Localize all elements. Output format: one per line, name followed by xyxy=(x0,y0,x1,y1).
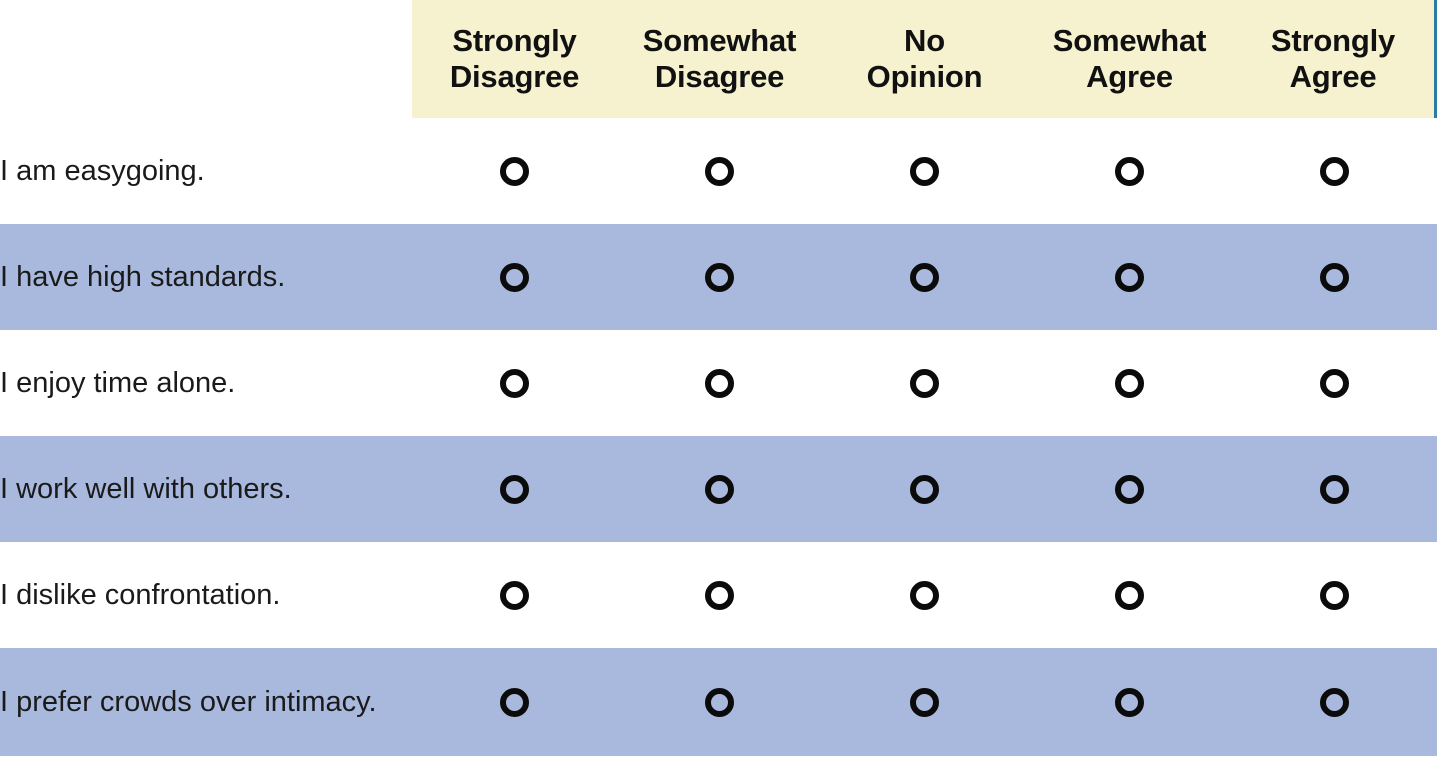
radio-unselected-icon[interactable] xyxy=(705,156,734,186)
radio-unselected-icon[interactable] xyxy=(705,474,734,504)
radio-unselected-icon[interactable] xyxy=(1115,156,1144,186)
radio-cell-strongly-agree[interactable] xyxy=(1232,648,1437,756)
statement-label: I am easygoing. xyxy=(0,118,412,224)
table-row: I enjoy time alone. xyxy=(0,330,1437,436)
table-row: I prefer crowds over intimacy. xyxy=(0,648,1437,756)
radio-cell-strongly-disagree[interactable] xyxy=(412,542,617,648)
radio-unselected-icon[interactable] xyxy=(1320,687,1349,717)
radio-unselected-icon[interactable] xyxy=(1320,262,1349,292)
radio-unselected-icon[interactable] xyxy=(500,687,529,717)
radio-unselected-icon[interactable] xyxy=(1320,368,1349,398)
column-header-line-2: Opinion xyxy=(866,59,983,94)
radio-cell-somewhat-disagree[interactable] xyxy=(617,542,822,648)
radio-cell-no-opinion[interactable] xyxy=(822,542,1027,648)
radio-cell-no-opinion[interactable] xyxy=(822,648,1027,756)
radio-unselected-icon[interactable] xyxy=(1115,474,1144,504)
radio-unselected-icon[interactable] xyxy=(1115,687,1144,717)
radio-cell-strongly-agree[interactable] xyxy=(1232,542,1437,648)
table-body: I am easygoing. I have high standards. I… xyxy=(0,118,1437,756)
table-row: I have high standards. xyxy=(0,224,1437,330)
radio-unselected-icon[interactable] xyxy=(705,262,734,292)
statement-label: I dislike confrontation. xyxy=(0,542,412,648)
radio-cell-no-opinion[interactable] xyxy=(822,224,1027,330)
radio-unselected-icon[interactable] xyxy=(910,474,939,504)
radio-unselected-icon[interactable] xyxy=(910,156,939,186)
radio-unselected-icon[interactable] xyxy=(1320,156,1349,186)
column-header-line-1: No xyxy=(904,23,945,59)
column-header-strongly-disagree: Strongly Disagree xyxy=(412,0,617,118)
radio-unselected-icon[interactable] xyxy=(910,262,939,292)
radio-unselected-icon[interactable] xyxy=(1320,474,1349,504)
radio-cell-somewhat-disagree[interactable] xyxy=(617,648,822,756)
radio-unselected-icon[interactable] xyxy=(1115,262,1144,292)
radio-unselected-icon[interactable] xyxy=(500,156,529,186)
column-header-line-1: Strongly xyxy=(1270,23,1396,59)
radio-cell-strongly-disagree[interactable] xyxy=(412,118,617,224)
column-header-line-1: Somewhat xyxy=(642,23,797,59)
radio-unselected-icon[interactable] xyxy=(705,687,734,717)
column-header-line-1: Strongly xyxy=(452,23,577,59)
radio-unselected-icon[interactable] xyxy=(500,474,529,504)
likert-survey-container: Strongly Disagree Somewhat Disagree No O… xyxy=(0,0,1440,768)
table-header: Strongly Disagree Somewhat Disagree No O… xyxy=(0,0,1437,118)
radio-cell-strongly-disagree[interactable] xyxy=(412,436,617,542)
table-row: I work well with others. xyxy=(0,436,1437,542)
radio-cell-somewhat-agree[interactable] xyxy=(1027,436,1232,542)
column-header-line-2: Agree xyxy=(1086,59,1173,94)
statement-label: I enjoy time alone. xyxy=(0,330,412,436)
radio-unselected-icon[interactable] xyxy=(705,368,734,398)
radio-unselected-icon[interactable] xyxy=(1115,368,1144,398)
radio-cell-somewhat-agree[interactable] xyxy=(1027,648,1232,756)
radio-cell-strongly-agree[interactable] xyxy=(1232,224,1437,330)
radio-cell-no-opinion[interactable] xyxy=(822,330,1027,436)
radio-cell-no-opinion[interactable] xyxy=(822,118,1027,224)
radio-unselected-icon[interactable] xyxy=(1115,580,1144,610)
radio-unselected-icon[interactable] xyxy=(910,687,939,717)
radio-unselected-icon[interactable] xyxy=(500,262,529,292)
radio-cell-strongly-disagree[interactable] xyxy=(412,648,617,756)
radio-unselected-icon[interactable] xyxy=(705,580,734,610)
statement-label: I prefer crowds over intimacy. xyxy=(0,648,412,756)
radio-cell-somewhat-agree[interactable] xyxy=(1027,542,1232,648)
radio-unselected-icon[interactable] xyxy=(500,580,529,610)
column-header-somewhat-disagree: Somewhat Disagree xyxy=(617,0,822,118)
likert-scale-table: Strongly Disagree Somewhat Disagree No O… xyxy=(0,0,1437,756)
column-header-no-opinion: No Opinion xyxy=(822,0,1027,118)
radio-cell-strongly-disagree[interactable] xyxy=(412,224,617,330)
radio-unselected-icon[interactable] xyxy=(910,580,939,610)
radio-cell-strongly-agree[interactable] xyxy=(1232,118,1437,224)
column-header-line-1: Somewhat xyxy=(1052,23,1207,59)
column-header-somewhat-agree: Somewhat Agree xyxy=(1027,0,1232,118)
radio-cell-somewhat-disagree[interactable] xyxy=(617,118,822,224)
table-row: I dislike confrontation. xyxy=(0,542,1437,648)
column-header-line-2: Disagree xyxy=(449,59,580,94)
statement-label: I have high standards. xyxy=(0,224,412,330)
header-row: Strongly Disagree Somewhat Disagree No O… xyxy=(0,0,1437,118)
radio-cell-somewhat-disagree[interactable] xyxy=(617,436,822,542)
radio-unselected-icon[interactable] xyxy=(500,368,529,398)
radio-cell-somewhat-agree[interactable] xyxy=(1027,330,1232,436)
header-corner-blank xyxy=(0,0,412,118)
statement-label: I work well with others. xyxy=(0,436,412,542)
column-header-line-2: Agree xyxy=(1289,59,1377,94)
radio-cell-strongly-agree[interactable] xyxy=(1232,436,1437,542)
radio-cell-somewhat-disagree[interactable] xyxy=(617,330,822,436)
radio-cell-strongly-disagree[interactable] xyxy=(412,330,617,436)
table-row: I am easygoing. xyxy=(0,118,1437,224)
radio-cell-no-opinion[interactable] xyxy=(822,436,1027,542)
column-header-line-2: Disagree xyxy=(654,59,785,94)
column-header-strongly-agree: Strongly Agree xyxy=(1232,0,1437,118)
radio-cell-somewhat-agree[interactable] xyxy=(1027,224,1232,330)
radio-cell-strongly-agree[interactable] xyxy=(1232,330,1437,436)
radio-cell-somewhat-disagree[interactable] xyxy=(617,224,822,330)
radio-cell-somewhat-agree[interactable] xyxy=(1027,118,1232,224)
radio-unselected-icon[interactable] xyxy=(910,368,939,398)
radio-unselected-icon[interactable] xyxy=(1320,580,1349,610)
